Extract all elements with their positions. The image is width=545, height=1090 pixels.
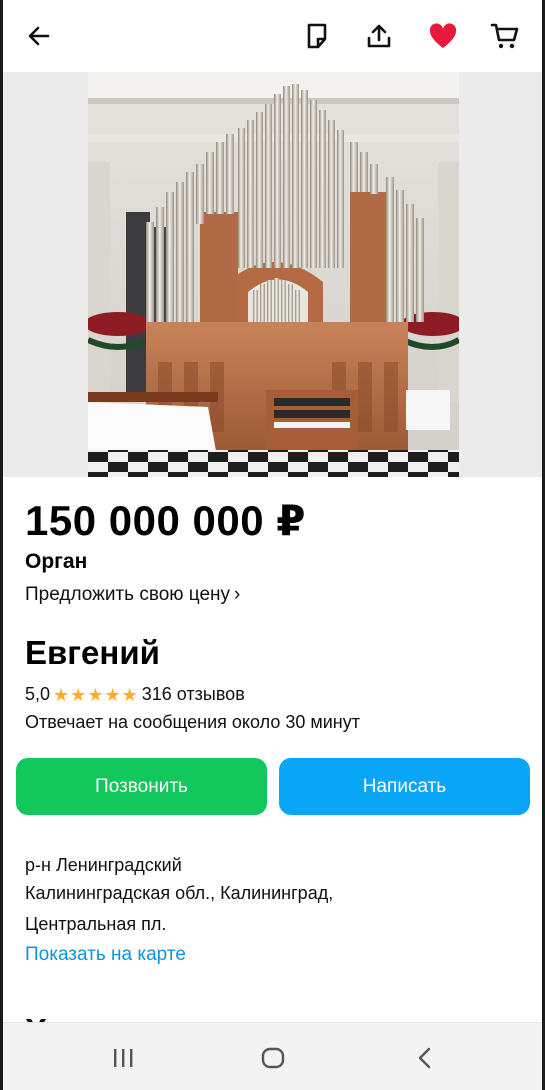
cart-icon[interactable] bbox=[487, 18, 523, 54]
address-street: Центральная пл. bbox=[25, 914, 167, 934]
write-button-label: Написать bbox=[362, 775, 447, 797]
star-icon: ★ bbox=[121, 684, 138, 705]
response-time: Отвечает на сообщения около 30 минут bbox=[25, 712, 360, 732]
address-district: р-н Ленинградский bbox=[25, 855, 182, 875]
star-icon: ★ bbox=[87, 684, 104, 705]
seller-rating[interactable]: 5,0 ★ ★ ★ ★ ★ 316 отзывов bbox=[25, 684, 245, 705]
rating-value: 5,0 bbox=[25, 684, 51, 704]
share-icon[interactable] bbox=[361, 18, 397, 54]
call-button-label: Позвонить bbox=[95, 775, 188, 797]
top-toolbar bbox=[3, 0, 542, 72]
listing-title: Орган bbox=[25, 550, 88, 573]
home-icon[interactable] bbox=[256, 1041, 290, 1075]
seller-name[interactable]: Евгений bbox=[25, 634, 160, 672]
photo-gallery[interactable] bbox=[3, 72, 542, 477]
recent-apps-icon[interactable] bbox=[106, 1041, 140, 1075]
rating-stars: ★ ★ ★ ★ ★ bbox=[53, 686, 139, 704]
star-icon: ★ bbox=[104, 684, 121, 705]
reviews-count: 316 отзывов bbox=[141, 684, 245, 704]
show-on-map-link[interactable]: Показать на карте bbox=[25, 944, 186, 966]
system-nav-bar bbox=[3, 1022, 542, 1090]
listing-screen: 150 000 000 ₽ Орган Предложить свою цену… bbox=[3, 0, 542, 1090]
note-icon[interactable] bbox=[299, 18, 335, 54]
back-chevron-icon[interactable] bbox=[408, 1041, 442, 1075]
offer-price-label: Предложить свою цену bbox=[25, 584, 231, 605]
organ-photo[interactable] bbox=[88, 72, 459, 477]
star-icon: ★ bbox=[70, 684, 87, 705]
star-icon: ★ bbox=[53, 684, 70, 705]
heart-icon[interactable] bbox=[425, 18, 461, 54]
write-button[interactable]: Написать bbox=[279, 758, 530, 815]
offer-price-link[interactable]: Предложить свою цену › bbox=[25, 584, 240, 606]
address-region: Калининградская обл., Калининград, bbox=[25, 883, 334, 903]
arrow-left-icon[interactable] bbox=[21, 18, 57, 54]
chevron-right-icon: › bbox=[234, 584, 241, 605]
call-button[interactable]: Позвонить bbox=[16, 758, 267, 815]
price: 150 000 000 ₽ bbox=[25, 497, 306, 544]
